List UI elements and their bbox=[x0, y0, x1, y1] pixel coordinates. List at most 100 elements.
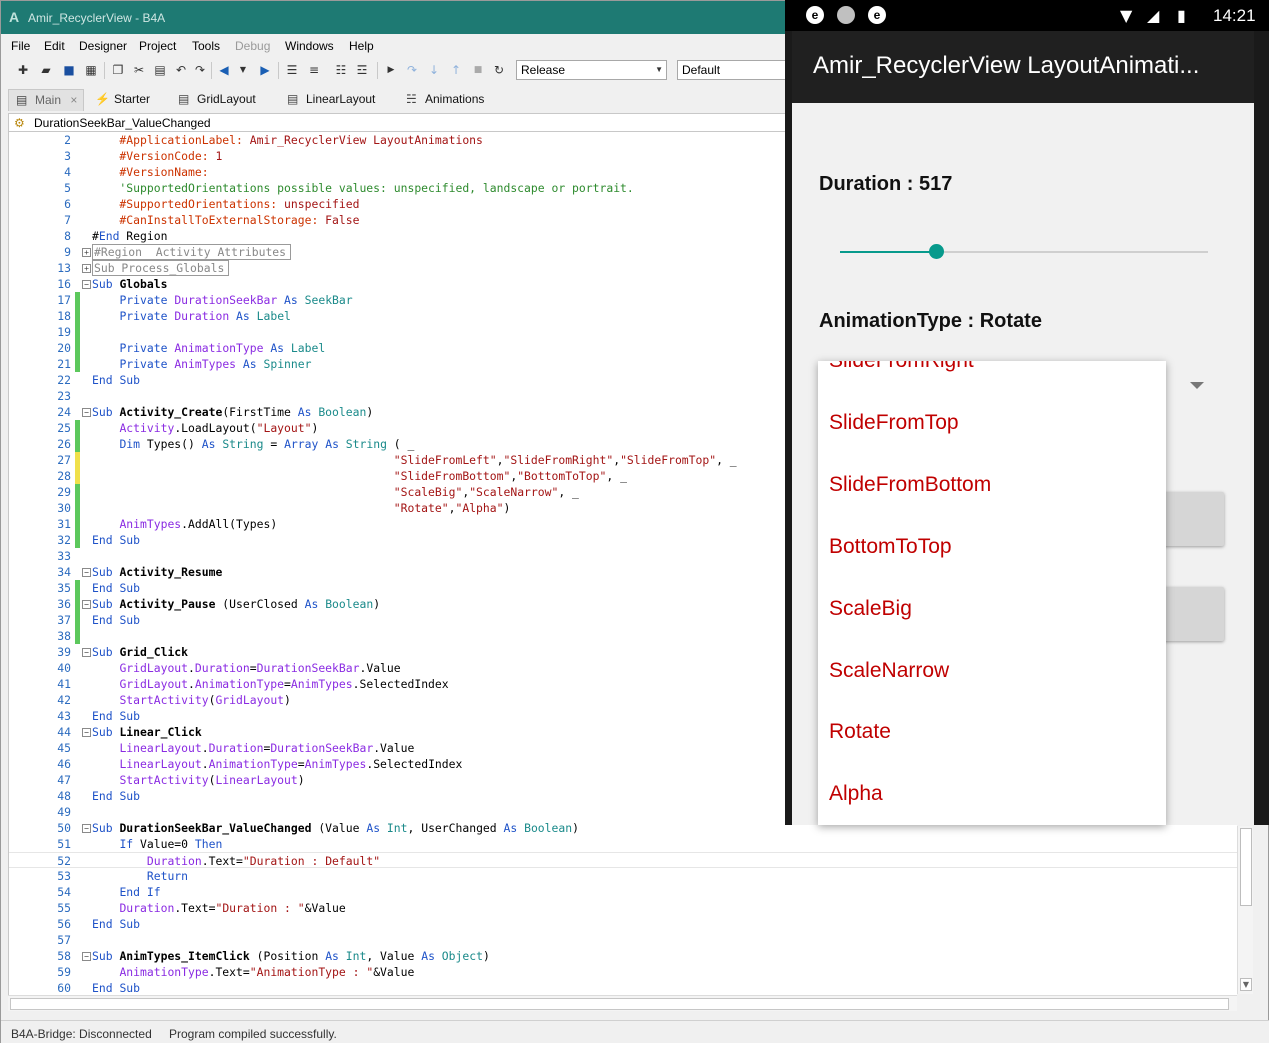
line-number: 6 bbox=[64, 197, 71, 211]
scrollbar-thumb[interactable] bbox=[10, 998, 1229, 1010]
code-line[interactable]: 55 Duration.Text="Duration : "&Value bbox=[9, 900, 1237, 916]
collapse-icon[interactable]: − bbox=[82, 568, 91, 577]
collapse-icon[interactable]: − bbox=[82, 952, 91, 961]
line-number: 44 bbox=[57, 725, 71, 739]
refresh-icon[interactable]: ↻ bbox=[491, 62, 507, 78]
menu-edit[interactable]: Edit bbox=[44, 39, 65, 53]
save-all-icon[interactable]: ▦ bbox=[83, 62, 99, 78]
line-number: 19 bbox=[57, 325, 71, 339]
tab-main[interactable]: ▤ Main × bbox=[8, 89, 85, 111]
menu-designer[interactable]: Designer bbox=[79, 39, 127, 53]
paste-icon[interactable]: ▤ bbox=[152, 62, 168, 78]
code-line[interactable]: 51 If Value=0 Then bbox=[9, 836, 1237, 852]
tab-gridlayout[interactable]: ▤ GridLayout bbox=[171, 89, 262, 111]
dropdown-item[interactable]: ScaleNarrow bbox=[829, 659, 949, 683]
cut-icon[interactable]: ✂ bbox=[131, 62, 147, 78]
menu-bar: File Edit Designer Project Tools Debug W… bbox=[1, 36, 786, 56]
expand-icon[interactable]: + bbox=[82, 264, 91, 273]
menu-help[interactable]: Help bbox=[349, 39, 374, 53]
code-text: StartActivity(GridLayout) bbox=[119, 693, 291, 707]
collapse-icon[interactable]: − bbox=[82, 824, 91, 833]
code-line[interactable]: 59 AnimationType.Text="AnimationType : "… bbox=[9, 964, 1237, 980]
scrollbar-thumb[interactable] bbox=[1240, 828, 1252, 906]
step-over-icon[interactable]: ↷ bbox=[404, 62, 420, 78]
code-line[interactable]: 54 End If bbox=[9, 884, 1237, 900]
animation-type-dropdown[interactable]: SlideFromRight SlideFromTop SlideFromBot… bbox=[818, 361, 1166, 825]
sub-navigation-bar[interactable]: ⚙ DurationSeekBar_ValueChanged bbox=[8, 113, 786, 132]
dropdown-item[interactable]: ScaleBig bbox=[829, 597, 912, 621]
menu-project[interactable]: Project bbox=[139, 39, 176, 53]
collapse-icon[interactable]: − bbox=[82, 408, 91, 417]
menu-debug[interactable]: Debug bbox=[235, 39, 270, 53]
line-number: 53 bbox=[57, 869, 71, 883]
seekbar-progress bbox=[840, 251, 936, 253]
bridge-status: B4A-Bridge: Disconnected bbox=[11, 1027, 152, 1041]
expand-icon[interactable]: + bbox=[82, 248, 91, 257]
line-number: 37 bbox=[57, 613, 71, 627]
device-configuration-select[interactable]: Default bbox=[677, 60, 786, 80]
indent-icon[interactable]: ☰ bbox=[284, 62, 300, 78]
toolbar-separator bbox=[211, 62, 212, 79]
step-out-icon[interactable]: ↑ bbox=[448, 62, 464, 78]
menu-windows[interactable]: Windows bbox=[285, 39, 334, 53]
line-number: 46 bbox=[57, 757, 71, 771]
run-icon[interactable]: ▶ bbox=[383, 62, 399, 78]
code-line[interactable]: 52 Duration.Text="Duration : Default" bbox=[9, 852, 1237, 868]
change-marker bbox=[75, 628, 80, 644]
module-tabs: ▤ Main × ⚡ Starter ▤ GridLayout ▤ Linear… bbox=[8, 89, 786, 111]
spinner-arrow-icon[interactable] bbox=[1190, 382, 1204, 389]
line-number: 22 bbox=[57, 373, 71, 387]
build-configuration-select[interactable]: Release ▼ bbox=[516, 60, 667, 80]
undo-icon[interactable]: ↶ bbox=[173, 62, 189, 78]
step-into-icon[interactable]: ↓ bbox=[426, 62, 442, 78]
redo-icon[interactable]: ↷ bbox=[192, 62, 208, 78]
code-text: Sub Activity_Pause (UserClosed As Boolea… bbox=[92, 597, 381, 611]
horizontal-scrollbar[interactable] bbox=[8, 995, 1237, 1011]
seekbar-thumb[interactable] bbox=[928, 244, 944, 259]
line-number: 34 bbox=[57, 565, 71, 579]
vertical-scrollbar[interactable]: ▼ bbox=[1237, 826, 1253, 994]
line-number: 40 bbox=[57, 661, 71, 675]
navigate-back-icon[interactable]: ◀ bbox=[216, 62, 232, 78]
new-file-icon[interactable]: ✚ bbox=[15, 62, 31, 78]
line-number: 59 bbox=[57, 965, 71, 979]
collapse-icon[interactable]: − bbox=[82, 648, 91, 657]
code-line[interactable]: 58 − Sub AnimTypes_ItemClick (Position As … bbox=[9, 948, 1237, 964]
dropdown-item[interactable]: Alpha bbox=[829, 782, 883, 806]
close-icon[interactable]: × bbox=[70, 93, 77, 107]
code-text: End Sub bbox=[92, 373, 141, 387]
open-folder-icon[interactable]: ▰ bbox=[38, 62, 54, 78]
line-number: 9 bbox=[64, 245, 71, 259]
dropdown-item[interactable]: SlideFromRight bbox=[829, 361, 974, 373]
menu-tools[interactable]: Tools bbox=[192, 39, 220, 53]
code-text: Sub DurationSeekBar_ValueChanged (Value … bbox=[92, 821, 579, 835]
dropdown-item[interactable]: BottomToTop bbox=[829, 535, 952, 559]
code-line[interactable]: 60 End Sub bbox=[9, 980, 1237, 995]
change-marker bbox=[75, 580, 80, 596]
duration-seekbar[interactable] bbox=[840, 251, 1208, 253]
tab-starter[interactable]: ⚡ Starter bbox=[88, 89, 156, 111]
collapse-icon[interactable]: − bbox=[82, 728, 91, 737]
stop-icon[interactable]: ■ bbox=[470, 62, 486, 78]
line-number: 56 bbox=[57, 917, 71, 931]
scroll-down-icon[interactable]: ▼ bbox=[1240, 978, 1252, 991]
navigate-forward-icon[interactable]: ▶ bbox=[257, 62, 273, 78]
dropdown-item[interactable]: SlideFromTop bbox=[829, 411, 959, 435]
menu-file[interactable]: File bbox=[11, 39, 30, 53]
outdent-icon[interactable]: ≡ bbox=[306, 62, 322, 78]
dropdown-item[interactable]: SlideFromBottom bbox=[829, 473, 991, 497]
current-sub-name: DurationSeekBar_ValueChanged bbox=[34, 116, 211, 130]
tab-linearlayout[interactable]: ▤ LinearLayout bbox=[280, 89, 381, 111]
code-line[interactable]: 57 bbox=[9, 932, 1237, 948]
collapse-icon[interactable]: − bbox=[82, 280, 91, 289]
copy-icon[interactable]: ❐ bbox=[110, 62, 126, 78]
tab-animations[interactable]: ☵ Animations bbox=[399, 89, 490, 111]
chevron-down-icon[interactable]: ▼ bbox=[235, 62, 251, 78]
dropdown-item[interactable]: Rotate bbox=[829, 720, 891, 744]
code-line[interactable]: 56 End Sub bbox=[9, 916, 1237, 932]
collapse-icon[interactable]: − bbox=[82, 600, 91, 609]
code-line[interactable]: 53 Return bbox=[9, 868, 1237, 884]
save-icon[interactable]: ■ bbox=[61, 62, 77, 78]
comment-icon[interactable]: ☷ bbox=[333, 62, 349, 78]
uncomment-icon[interactable]: ☲ bbox=[354, 62, 370, 78]
